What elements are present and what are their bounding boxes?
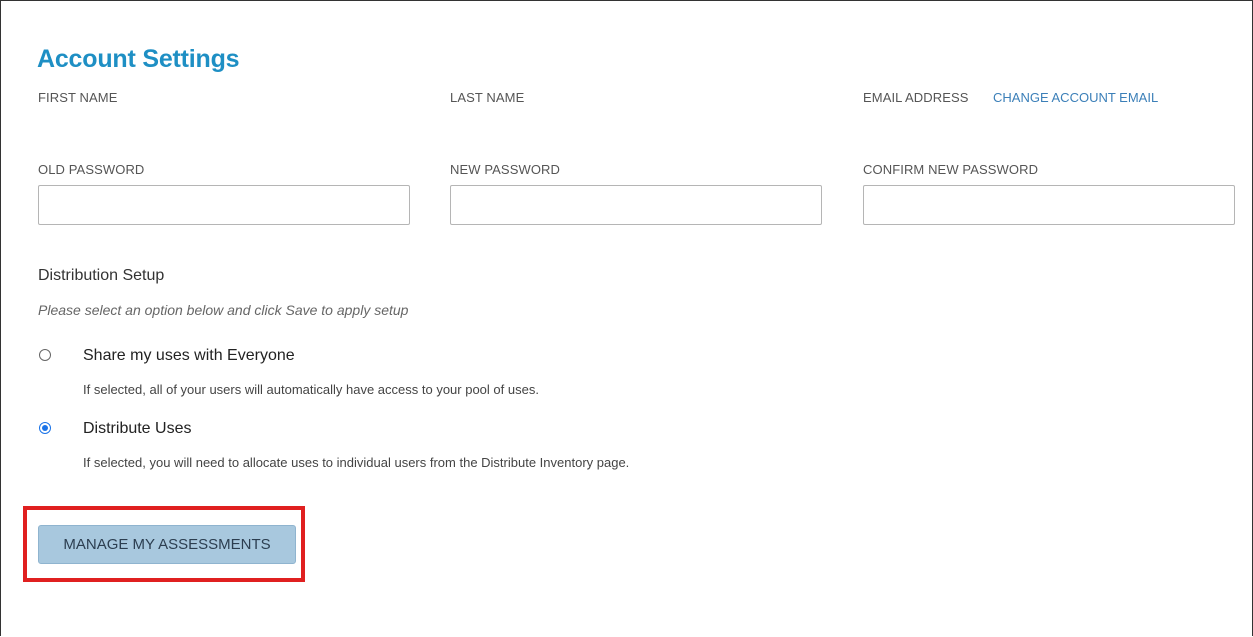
last-name-label: LAST NAME: [450, 90, 525, 105]
confirm-new-password-label: CONFIRM NEW PASSWORD: [863, 162, 1039, 177]
change-account-email-link[interactable]: CHANGE ACCOUNT EMAIL: [993, 90, 1158, 105]
first-name-label: FIRST NAME: [38, 90, 118, 105]
new-password-input[interactable]: [450, 185, 822, 225]
settings-panel: Account Settings FIRST NAME LAST NAME EM…: [0, 0, 1253, 636]
confirm-new-password-input[interactable]: [863, 185, 1235, 225]
manage-my-assessments-button[interactable]: MANAGE MY ASSESSMENTS: [38, 525, 296, 564]
share-uses-radio[interactable]: [39, 349, 51, 361]
distribute-uses-radio[interactable]: [39, 422, 51, 434]
old-password-input[interactable]: [38, 185, 410, 225]
distribute-uses-option-description: If selected, you will need to allocate u…: [83, 455, 630, 470]
page-title: Account Settings: [37, 45, 240, 73]
email-address-label: EMAIL ADDRESS: [863, 90, 969, 105]
share-uses-option-description: If selected, all of your users will auto…: [83, 382, 539, 397]
share-uses-option-label: Share my uses with Everyone: [83, 347, 295, 364]
distribution-setup-heading: Distribution Setup: [38, 267, 165, 284]
new-password-label: NEW PASSWORD: [450, 162, 561, 177]
distribution-setup-hint: Please select an option below and click …: [38, 302, 409, 318]
old-password-label: OLD PASSWORD: [38, 162, 145, 177]
distribute-uses-option-label: Distribute Uses: [83, 420, 192, 437]
